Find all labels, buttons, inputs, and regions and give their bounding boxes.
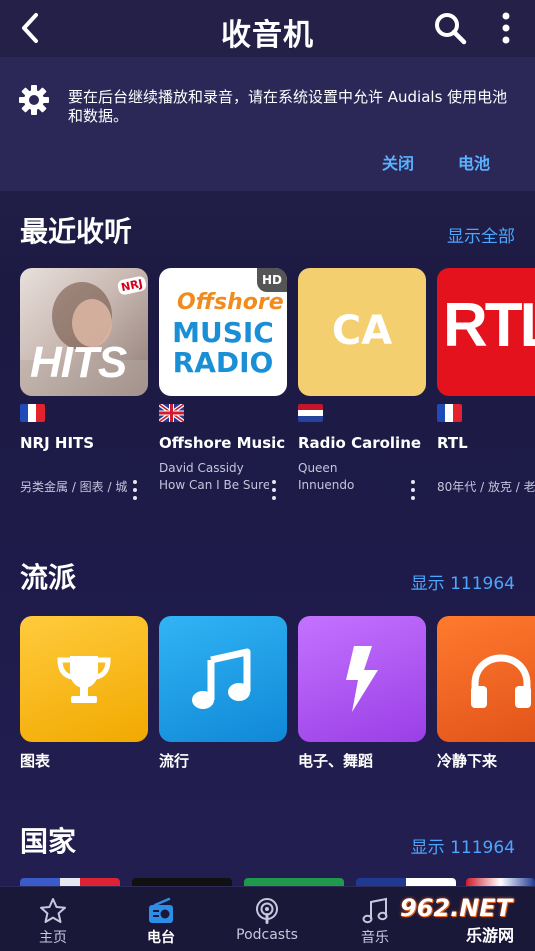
search-icon[interactable] [432,10,468,46]
notice-close-button[interactable]: 关闭 [382,150,414,174]
lightning-icon [346,646,378,712]
genre-label: 电子、舞蹈 [298,752,374,770]
nav-podcasts[interactable]: Podcasts [224,887,310,951]
station-artist: Queen [298,461,338,475]
flag-netherlands-icon [298,404,323,422]
country-tile-us[interactable] [20,878,120,886]
recent-section-title: 最近收听 [20,215,133,248]
genres-section-title: 流派 [20,561,77,594]
nav-label: Podcasts [236,927,298,943]
headphones-icon [471,654,531,708]
station-cover-rtl[interactable]: RTL [437,268,535,396]
station-name: NRJ HITS [20,434,95,452]
app-header: 收音机 [0,0,535,57]
nav-label: 主页 [39,930,67,946]
station-artist: David Cassidy [159,461,244,475]
nav-home[interactable]: 主页 [14,887,92,951]
cover-title: RTL [443,291,535,360]
station-menu-icon[interactable] [267,478,281,502]
station-cover-offshore[interactable]: Offshore MUSIC RADIO HD [159,268,287,396]
countries-section-title: 国家 [20,825,77,858]
station-genres: 80年代 / 放克 / 老歌 [437,480,535,494]
hd-badge: HD [257,268,287,292]
genres-show-all-link[interactable]: 显示 111964 [411,569,515,594]
notice-battery-button[interactable]: 电池 [458,150,490,174]
station-name: Offshore Music Ra [159,434,287,452]
nav-radio[interactable]: 电台 [122,887,200,951]
podcast-icon [256,898,278,924]
countries-show-all-link[interactable]: 显示 111964 [411,833,515,858]
watermark-brand: 962.NET [400,894,513,922]
more-vertical-icon[interactable] [494,8,518,48]
country-tile-fr[interactable] [356,878,456,886]
star-icon [40,898,66,923]
genre-label: 图表 [20,752,51,770]
station-cover-caroline[interactable]: CA [298,268,426,396]
country-tile-gb[interactable] [466,878,535,886]
watermark-caption: 乐游网 [466,926,515,945]
recent-show-all-link[interactable]: 显示全部 [447,222,515,247]
cover-title: CA [331,308,393,354]
station-track: Innuendo [298,478,355,492]
flag-france-icon [20,404,45,422]
flag-france-icon [437,404,462,422]
music-note-icon [192,648,251,709]
station-menu-icon[interactable] [128,478,142,502]
station-track: How Can I Be Sure [159,478,269,492]
radio-screen: 收音机 要在后台继续播放和录音，请在系统设置中允许 Audials 使用电池和数… [0,0,535,951]
music-icon [362,897,388,924]
genre-label: 流行 [159,752,190,770]
nav-label: 电台 [147,930,175,946]
genre-label: 冷静下来 [437,752,498,770]
cover-title: HITS [30,338,127,387]
flag-uk-icon [159,404,184,422]
country-tile-it[interactable] [244,878,344,886]
station-name: RTL [437,434,468,452]
station-cover-nrj[interactable]: NRJ HITS [20,268,148,396]
station-name: Radio Caroline 259 [298,434,426,452]
gear-icon [19,85,49,115]
site-watermark: 962.NET 乐游网 [392,894,532,946]
trophy-icon [57,656,111,703]
country-tile-de[interactable] [132,878,232,886]
offshore-logo: Offshore [177,290,284,315]
station-genres: 另类金属 / 图表 / 城 [20,480,128,494]
notice-message: 要在后台继续播放和录音，请在系统设置中允许 Audials 使用电池和数据。 [68,88,508,125]
station-menu-icon[interactable] [406,478,420,502]
cover-title: MUSIC RADIO [172,316,274,379]
radio-icon [149,897,173,923]
